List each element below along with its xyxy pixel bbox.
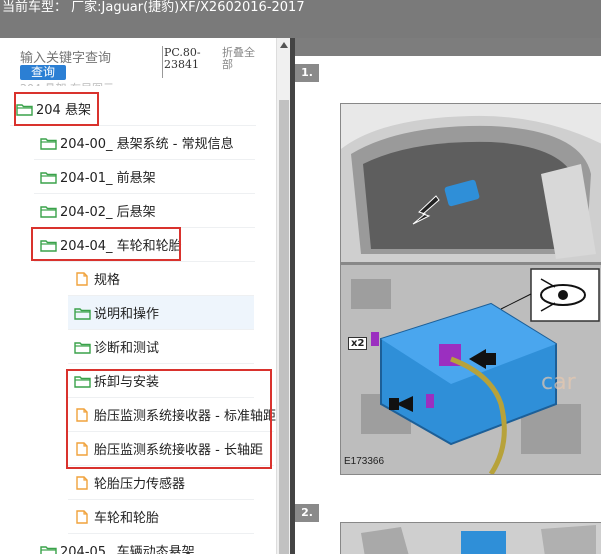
search-row: 204 悬架 布局图示 查询 PC.80-23841 折叠全部 — [0, 38, 276, 88]
tree-scrollbar[interactable] — [276, 38, 291, 554]
folder-icon — [74, 340, 91, 354]
highlight-box — [14, 92, 99, 126]
folder-icon — [74, 306, 91, 320]
scroll-up-arrow[interactable] — [280, 42, 288, 48]
document-page: 1. car x2 E173366 — [295, 56, 601, 524]
tree-item-label: 轮胎压力传感器 — [94, 477, 186, 492]
step-number: 2. — [295, 504, 319, 522]
tree-item-label: 204-00_ 悬架系统 - 常规信息 — [60, 137, 234, 152]
highlight-box — [31, 227, 181, 261]
tree-item-label: 规格 — [94, 273, 121, 288]
illustration-graphic: car — [341, 104, 601, 474]
document-icon — [74, 271, 91, 286]
tree-item-label: 诊断和测试 — [94, 341, 160, 356]
tree-item[interactable]: 说明和操作 — [68, 296, 254, 330]
illustration-graphic — [341, 523, 601, 554]
step-number: 1. — [295, 64, 319, 82]
tree-item-label: 204-01_ 前悬架 — [60, 171, 156, 186]
collapse-all-button[interactable]: 折叠全部 — [222, 47, 262, 71]
tree-item-label: 说明和操作 — [94, 307, 160, 322]
divider — [162, 46, 163, 78]
quantity-callout: x2 — [348, 337, 368, 350]
current-vehicle-label: 当前车型： 厂家:Jaguar(捷豹)XF/X2602016-2017 — [2, 0, 305, 15]
folder-icon — [40, 544, 57, 554]
tree-item-label: 车轮和轮胎 — [94, 511, 160, 526]
document-page: 2. — [295, 498, 601, 554]
document-icon — [74, 509, 91, 524]
highlight-box — [66, 369, 272, 469]
tree-item[interactable]: 204-01_ 前悬架 — [34, 160, 255, 194]
svg-text:car: car — [541, 370, 577, 395]
figure-id: E173366 — [344, 456, 385, 467]
procedure-illustration: car x2 E173366 — [340, 103, 601, 475]
search-button[interactable]: 查询 — [20, 65, 66, 80]
navigation-panel: 204 悬架 布局图示 查询 PC.80-23841 折叠全部 204 悬架20… — [0, 38, 276, 554]
document-viewer: 1. car x2 E173366 2. — [295, 38, 601, 554]
title-bar: 当前车型： 厂家:Jaguar(捷豹)XF/X2602016-2017 — [0, 0, 601, 38]
tree-item[interactable]: 204-00_ 悬架系统 - 常规信息 — [34, 126, 255, 160]
tree-item[interactable]: 车轮和轮胎 — [68, 500, 254, 534]
tree-item-label: 204-05_ 车辆动态悬架 — [60, 545, 195, 554]
procedure-illustration — [340, 522, 601, 554]
pc-code-label: PC.80-23841 — [164, 46, 201, 71]
tree-item[interactable]: 204-05_ 车辆动态悬架 — [34, 534, 255, 554]
document-icon — [74, 475, 91, 490]
tree-item[interactable]: 规格 — [68, 262, 254, 296]
scrolled-text-fragment: 204 悬架 布局图示 — [20, 80, 120, 86]
folder-icon — [40, 170, 57, 184]
folder-icon — [40, 136, 57, 150]
tree-item[interactable]: 204-02_ 后悬架 — [34, 194, 255, 228]
folder-icon — [40, 204, 57, 218]
tree-item-label: 204-02_ 后悬架 — [60, 205, 156, 220]
tree-item[interactable]: 诊断和测试 — [68, 330, 254, 364]
tree-item[interactable]: 轮胎压力传感器 — [68, 466, 254, 500]
scrollbar-thumb[interactable] — [279, 100, 289, 554]
